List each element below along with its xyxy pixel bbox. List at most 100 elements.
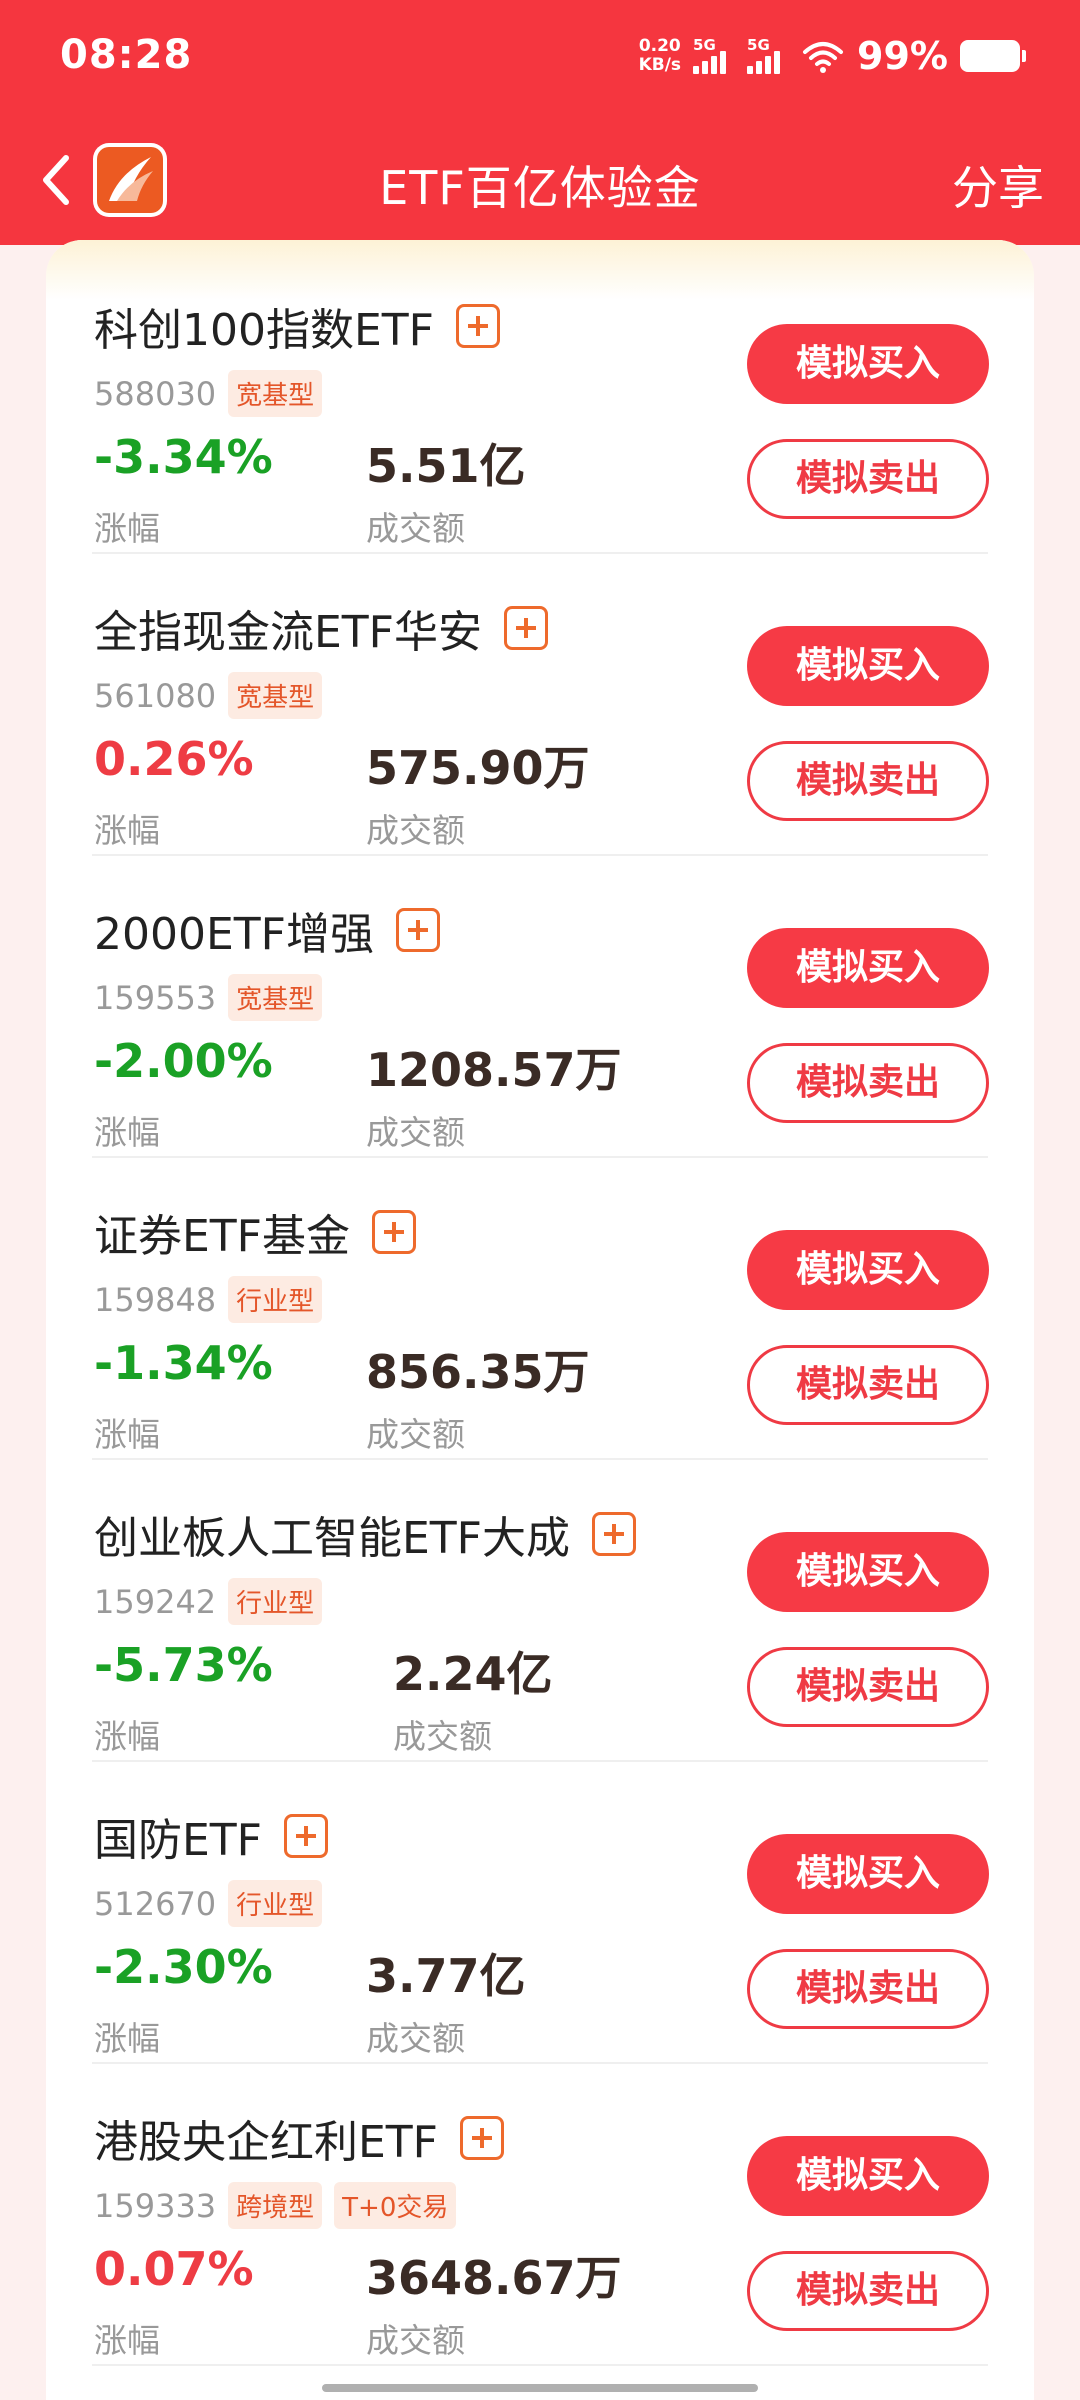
- home-indicator[interactable]: [322, 2384, 758, 2392]
- simulate-sell-button[interactable]: 模拟卖出: [747, 1345, 989, 1425]
- change-label: 涨幅: [94, 2019, 160, 2058]
- change-label: 涨幅: [94, 811, 160, 850]
- change-label: 涨幅: [94, 2321, 160, 2360]
- fund-name[interactable]: 创业板人工智能ETF大成: [94, 1502, 570, 1566]
- net-speed-unit: KB/s: [638, 55, 682, 75]
- simulate-sell-button[interactable]: 模拟卖出: [747, 2251, 989, 2331]
- change-percent: -2.00%: [94, 1034, 273, 1088]
- fund-type-tag: 跨境型: [228, 2182, 323, 2229]
- etf-list-item[interactable]: 港股央企红利ETF 159333 跨境型 T+0交易 0.07% 涨幅 3648.…: [46, 2064, 1034, 2366]
- battery-icon: [960, 40, 1026, 72]
- volume-label: 成交额: [366, 811, 465, 850]
- net-speed: 0.20 KB/s: [639, 37, 681, 75]
- etf-list-item[interactable]: 2000ETF增强 159553 宽基型 -2.00% 涨幅 1208.57万 …: [46, 856, 1034, 1158]
- fund-type-tag: T+0交易: [334, 2182, 457, 2229]
- fund-code-row: 159553 宽基型: [94, 974, 323, 1021]
- status-time: 08:28: [60, 32, 193, 78]
- etf-list-item[interactable]: 证券ETF基金 159848 行业型 -1.34% 涨幅 856.35万 成交额…: [46, 1158, 1034, 1460]
- page-title: ETF百亿体验金: [379, 161, 701, 215]
- share-button[interactable]: 分享: [952, 152, 1044, 218]
- simulate-sell-button[interactable]: 模拟卖出: [747, 1043, 989, 1123]
- volume-label: 成交额: [366, 1415, 465, 1454]
- etf-list-item[interactable]: 全指现金流ETF华安 561080 宽基型 0.26% 涨幅 575.90万 成…: [46, 554, 1034, 856]
- volume-value: 5.51亿: [366, 439, 526, 493]
- fund-name[interactable]: 证券ETF基金: [94, 1200, 350, 1264]
- etf-list-item[interactable]: 国防ETF 512670 行业型 -2.30% 涨幅 3.77亿 成交额 模拟买…: [46, 1762, 1034, 2064]
- fund-name-row: 2000ETF增强: [94, 898, 440, 962]
- volume-label: 成交额: [366, 2019, 465, 2058]
- volume-label: 成交额: [366, 2321, 465, 2360]
- change-percent: -2.30%: [94, 1940, 273, 1994]
- wifi-icon: [803, 42, 844, 73]
- fund-code-row: 159242 行业型: [94, 1578, 323, 1625]
- battery-percent: 99%: [857, 34, 948, 78]
- add-watchlist-icon[interactable]: [504, 606, 548, 650]
- fund-code-row: 561080 宽基型: [94, 672, 323, 719]
- fund-name[interactable]: 港股央企红利ETF: [94, 2106, 438, 2170]
- fund-code: 159333: [94, 2186, 217, 2225]
- fund-name-row: 创业板人工智能ETF大成: [94, 1502, 636, 1566]
- simulate-sell-button[interactable]: 模拟卖出: [747, 1949, 989, 2029]
- volume-value: 3.77亿: [366, 1949, 526, 2003]
- simulate-buy-button[interactable]: 模拟买入: [747, 2136, 989, 2216]
- etf-list-item[interactable]: 科创100指数ETF 588030 宽基型 -3.34% 涨幅 5.51亿 成交…: [46, 252, 1034, 554]
- volume-value: 575.90万: [366, 741, 590, 795]
- fund-code: 159242: [94, 1582, 217, 1621]
- fund-code: 159553: [94, 978, 217, 1017]
- fund-name[interactable]: 科创100指数ETF: [94, 294, 434, 358]
- net-speed-value: 0.20: [638, 36, 681, 56]
- fund-name[interactable]: 国防ETF: [94, 1804, 262, 1868]
- simulate-buy-button[interactable]: 模拟买入: [747, 1230, 989, 1310]
- add-watchlist-icon[interactable]: [592, 1512, 636, 1556]
- fund-type-tag: 行业型: [228, 1578, 323, 1625]
- add-watchlist-icon[interactable]: [455, 304, 500, 348]
- simulate-buy-button[interactable]: 模拟买入: [747, 324, 989, 404]
- simulate-sell-button[interactable]: 模拟卖出: [747, 741, 989, 821]
- volume-label: 成交额: [366, 509, 465, 548]
- fund-type-tag: 行业型: [228, 1276, 323, 1323]
- fund-code-row: 159333 跨境型 T+0交易: [94, 2182, 457, 2229]
- fund-type-tag: 宽基型: [228, 370, 323, 417]
- fund-name-row: 全指现金流ETF华安: [94, 596, 548, 660]
- simulate-buy-button[interactable]: 模拟买入: [747, 1532, 989, 1612]
- fund-name-row: 科创100指数ETF: [94, 294, 500, 358]
- fund-name[interactable]: 全指现金流ETF华安: [94, 596, 482, 660]
- fund-code: 561080: [94, 676, 217, 715]
- change-label: 涨幅: [94, 1717, 160, 1756]
- change-percent: 0.07%: [94, 2242, 254, 2296]
- fund-type-tag: 行业型: [228, 1880, 323, 1927]
- app-header: 08:28 0.20 KB/s 5G 5G 99% ETF百亿体验金 分享: [0, 0, 1080, 245]
- fund-name-row: 证券ETF基金: [94, 1200, 416, 1264]
- change-label: 涨幅: [94, 1113, 160, 1152]
- add-watchlist-icon[interactable]: [395, 908, 440, 952]
- status-bar: 08:28 0.20 KB/s 5G 5G 99%: [0, 0, 1080, 115]
- change-percent: -3.34%: [94, 430, 273, 484]
- change-percent: -5.73%: [94, 1638, 273, 1692]
- volume-value: 1208.57万: [366, 1043, 622, 1097]
- simulate-buy-button[interactable]: 模拟买入: [747, 626, 989, 706]
- nav-bar: ETF百亿体验金 分享: [0, 130, 1080, 235]
- add-watchlist-icon[interactable]: [284, 1814, 328, 1858]
- simulate-sell-button[interactable]: 模拟卖出: [747, 1647, 989, 1727]
- fund-type-tag: 宽基型: [228, 672, 323, 719]
- simulate-buy-button[interactable]: 模拟买入: [747, 1834, 989, 1914]
- fund-code-row: 588030 宽基型: [94, 370, 323, 417]
- simulate-buy-button[interactable]: 模拟买入: [747, 928, 989, 1008]
- fund-code: 512670: [94, 1884, 217, 1923]
- fund-name[interactable]: 2000ETF增强: [94, 898, 374, 962]
- volume-value: 3648.67万: [366, 2251, 622, 2305]
- volume-value: 2.24亿: [393, 1647, 553, 1701]
- fund-code: 588030: [94, 374, 217, 413]
- add-watchlist-icon[interactable]: [460, 2116, 504, 2160]
- change-percent: -1.34%: [94, 1336, 273, 1390]
- fund-code: 159848: [94, 1280, 217, 1319]
- change-label: 涨幅: [94, 1415, 160, 1454]
- volume-label: 成交额: [393, 1717, 492, 1756]
- status-icons: 0.20 KB/s 5G 5G 99%: [639, 34, 1026, 78]
- simulate-sell-button[interactable]: 模拟卖出: [747, 439, 989, 519]
- add-watchlist-icon[interactable]: [372, 1210, 416, 1254]
- fund-name-row: 国防ETF: [94, 1804, 328, 1868]
- fund-type-tag: 宽基型: [228, 974, 323, 1021]
- volume-value: 856.35万: [366, 1345, 590, 1399]
- etf-list-item[interactable]: 创业板人工智能ETF大成 159242 行业型 -5.73% 涨幅 2.24亿 …: [46, 1460, 1034, 1762]
